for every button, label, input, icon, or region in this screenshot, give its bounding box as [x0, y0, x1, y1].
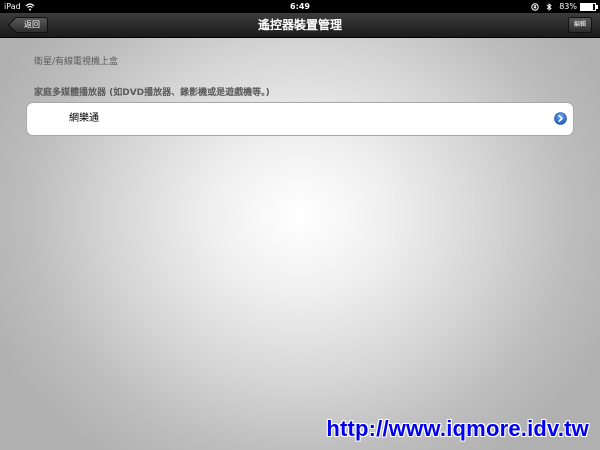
list-item-label: 網樂通 [69, 113, 99, 124]
orientation-lock-icon [531, 2, 539, 11]
page-title: 遙控器裝置管理 [257, 18, 342, 32]
status-right: 83% [531, 0, 598, 13]
detail-disclosure-icon[interactable] [554, 112, 567, 125]
device-list-group: 網樂通 [26, 102, 574, 136]
section-header-set-top-box: 衛星/有線電視機上盒 [34, 57, 119, 67]
section-header-media-player: 家庭多媒體播放器 (如DVD播放器、錄影機或是遊戲機等。) [34, 88, 270, 98]
battery-fill [581, 3, 593, 10]
battery-percent: 83% [559, 2, 577, 11]
list-item[interactable]: 網樂通 [27, 103, 573, 135]
status-bar: iPad 6:49 83% [0, 0, 600, 13]
battery-icon [580, 2, 598, 11]
navigation-bar: 返回 遙控器裝置管理 編輯 [0, 13, 600, 38]
edit-button[interactable]: 編輯 [568, 17, 592, 33]
bluetooth-icon [546, 2, 552, 11]
watermark-url: http://www.iqmore.idv.tw [326, 416, 589, 441]
status-time: 6:49 [290, 2, 310, 11]
